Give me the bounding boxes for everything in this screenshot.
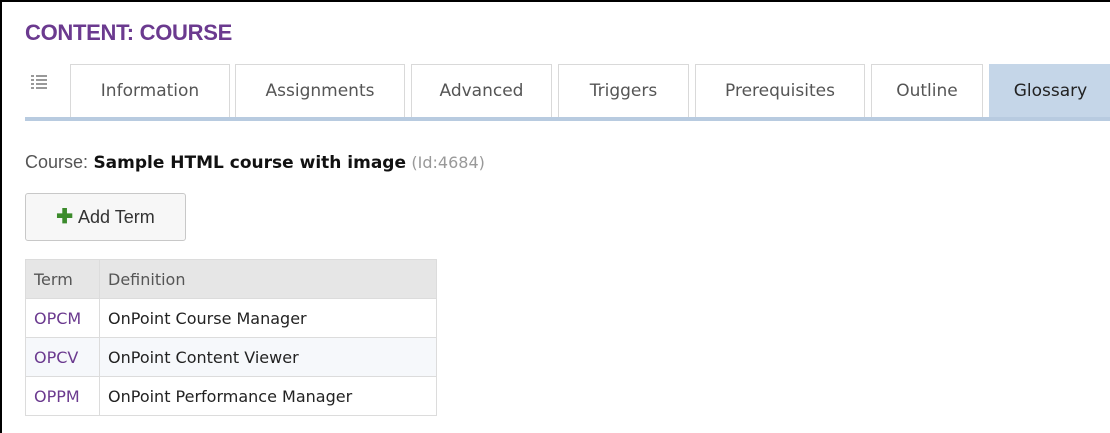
table-row[interactable]: OPCM OnPoint Course Manager xyxy=(25,298,437,338)
tab-information[interactable]: Information xyxy=(70,64,230,117)
plus-icon: ✚ xyxy=(56,206,74,228)
term-cell[interactable]: OPCV xyxy=(25,337,100,377)
glossary-table: Term Definition OPCM OnPoint Course Mana… xyxy=(25,259,437,416)
list-menu-icon[interactable] xyxy=(29,72,49,92)
tab-advanced[interactable]: Advanced xyxy=(411,64,552,117)
course-prefix: Course: xyxy=(25,152,89,172)
page-title: CONTENT: COURSE xyxy=(25,20,232,45)
table-row[interactable]: OPPM OnPoint Performance Manager xyxy=(25,376,437,416)
definition-cell: OnPoint Content Viewer xyxy=(99,337,437,377)
tab-underline xyxy=(25,117,1110,121)
tab-triggers[interactable]: Triggers xyxy=(558,64,689,117)
term-cell[interactable]: OPCM xyxy=(25,298,100,338)
add-term-button[interactable]: ✚ Add Term xyxy=(25,193,186,241)
tab-prerequisites[interactable]: Prerequisites xyxy=(695,64,865,117)
list-menu-icon-graphic xyxy=(31,75,47,89)
definition-cell: OnPoint Performance Manager xyxy=(99,376,437,416)
definition-cell: OnPoint Course Manager xyxy=(99,298,437,338)
app-frame: CONTENT: COURSE Information Assignments … xyxy=(0,0,1110,433)
course-name: Sample HTML course with image xyxy=(93,153,407,173)
column-header-term[interactable]: Term xyxy=(25,259,100,299)
table-header-row: Term Definition xyxy=(25,259,437,299)
tab-assignments[interactable]: Assignments xyxy=(235,64,405,117)
tab-glossary[interactable]: Glossary xyxy=(989,64,1110,117)
add-term-label: Add Term xyxy=(78,206,155,227)
table-row[interactable]: OPCV OnPoint Content Viewer xyxy=(25,337,437,377)
term-cell[interactable]: OPPM xyxy=(25,376,100,416)
tab-outline[interactable]: Outline xyxy=(871,64,983,117)
course-heading: Course: Sample HTML course with image (I… xyxy=(25,152,485,173)
course-id: (Id:4684) xyxy=(411,153,485,172)
column-header-definition[interactable]: Definition xyxy=(99,259,437,299)
tab-bar: Information Assignments Advanced Trigger… xyxy=(25,64,1110,119)
